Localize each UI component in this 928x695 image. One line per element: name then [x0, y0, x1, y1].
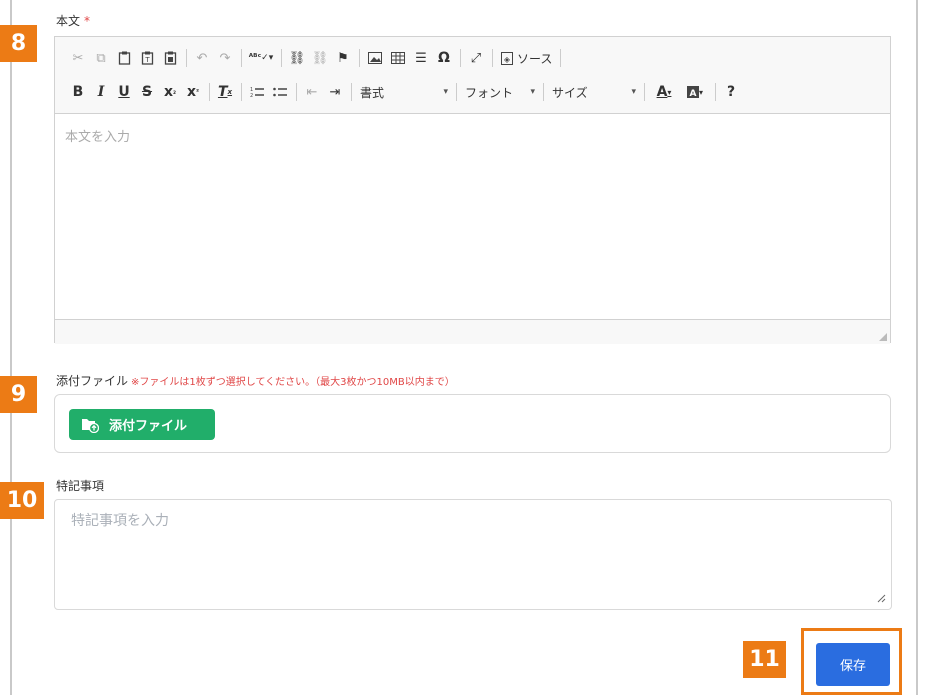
spellcheck-icon[interactable]: ᴬᴮᶜ✓▾ [246, 47, 276, 69]
svg-text:A: A [690, 89, 697, 98]
body-label: 本文 * [56, 12, 90, 29]
toolbar-separator [543, 83, 544, 101]
editor-footer [55, 319, 890, 344]
toolbar-separator [281, 49, 282, 67]
numbered-list-icon[interactable]: 12 [246, 81, 268, 103]
source-icon: ◈ [501, 51, 513, 65]
attachment-box: 添付ファイル [54, 394, 891, 453]
source-button[interactable]: ◈ ソース [497, 47, 556, 69]
help-icon[interactable]: ? [720, 81, 742, 103]
caret-down-icon: ▾ [631, 87, 636, 97]
strikethrough-icon[interactable]: S [136, 81, 158, 103]
undo-icon[interactable]: ↶ [191, 47, 213, 69]
step-marker-8: 8 [0, 25, 37, 62]
attachment-note: ※ファイルは1枚ずつ選択してください。（最大3枚かつ10MB以内まで） [131, 377, 455, 388]
special-char-icon[interactable]: Ω [433, 47, 455, 69]
toolbar-row-2: B I U S x₂ x² Tx 12 ⇤ ⇥ 書式 ▾ フォント ▾ サイズ … [67, 75, 878, 109]
attachment-label: 添付ファイル ※ファイルは1枚ずつ選択してください。（最大3枚かつ10MB以内まで… [56, 372, 455, 389]
attach-file-button-label: 添付ファイル [109, 419, 188, 434]
bullet-list-icon[interactable] [269, 81, 291, 103]
svg-text:T: T [144, 56, 150, 64]
cut-icon[interactable]: ✂ [67, 47, 89, 69]
toolbar-separator [241, 49, 242, 67]
step-marker-11: 11 [743, 641, 786, 678]
redo-icon[interactable]: ↷ [214, 47, 236, 69]
format-label: 書式 [360, 85, 385, 100]
attach-file-button[interactable]: 添付ファイル [69, 409, 215, 440]
svg-text:◈: ◈ [504, 55, 511, 64]
required-mark: * [84, 14, 91, 28]
toolbar-separator [186, 49, 187, 67]
image-icon[interactable] [364, 47, 386, 69]
text-color-icon[interactable]: A ▾ [649, 81, 679, 103]
step-marker-9: 9 [0, 376, 37, 413]
remove-format-icon[interactable]: Tx [214, 81, 236, 103]
source-label: ソース [517, 51, 553, 66]
toolbar-row-1: ✂ ⧉ T ↶ ↷ ᴬᴮᶜ✓▾ ⛓ ⛓ ⚑ ☰ Ω ⤢ ◈ ソース [67, 41, 878, 75]
save-button[interactable]: 保存 [816, 643, 890, 686]
horizontal-rule-icon[interactable]: ☰ [410, 47, 432, 69]
format-dropdown[interactable]: 書式 ▾ [356, 81, 452, 103]
caret-down-icon: ▾ [530, 87, 535, 97]
paste-text-icon[interactable]: T [136, 47, 158, 69]
notes-label: 特記事項 [56, 479, 105, 493]
paste-word-icon[interactable] [159, 47, 181, 69]
attachment-label-text: 添付ファイル [56, 374, 129, 388]
indent-icon[interactable]: ⇥ [324, 81, 346, 103]
link-icon[interactable]: ⛓ [286, 47, 308, 69]
resize-handle-icon[interactable] [879, 333, 887, 341]
size-label: サイズ [552, 85, 588, 100]
toolbar-separator [460, 49, 461, 67]
underline-icon[interactable]: U [113, 81, 135, 103]
folder-upload-icon [82, 418, 99, 433]
toolbar-separator [644, 83, 645, 101]
toolbar-separator [492, 49, 493, 67]
copy-icon[interactable]: ⧉ [90, 47, 112, 69]
svg-text:2: 2 [250, 93, 253, 98]
toolbar-separator [209, 83, 210, 101]
body-placeholder: 本文を入力 [65, 130, 131, 145]
font-dropdown[interactable]: フォント ▾ [461, 81, 539, 103]
toolbar-separator [359, 49, 360, 67]
toolbar-separator [560, 49, 562, 67]
notes-textarea[interactable] [54, 499, 892, 610]
toolbar-separator [715, 83, 716, 101]
rich-text-editor: ✂ ⧉ T ↶ ↷ ᴬᴮᶜ✓▾ ⛓ ⛓ ⚑ ☰ Ω ⤢ ◈ ソース B I U … [54, 36, 891, 344]
outdent-icon[interactable]: ⇤ [301, 81, 323, 103]
table-icon[interactable] [387, 47, 409, 69]
superscript-icon[interactable]: x² [182, 81, 204, 103]
body-label-text: 本文 [56, 14, 81, 28]
italic-icon[interactable]: I [90, 81, 112, 103]
subscript-icon[interactable]: x₂ [159, 81, 181, 103]
body-editor-area[interactable]: 本文を入力 [55, 114, 890, 319]
step-marker-10: 10 [0, 482, 44, 519]
unlink-icon[interactable]: ⛓ [309, 47, 331, 69]
size-dropdown[interactable]: サイズ ▾ [548, 81, 640, 103]
anchor-flag-icon[interactable]: ⚑ [332, 47, 354, 69]
background-color-icon[interactable]: A ▾ [680, 81, 710, 103]
toolbar-separator [351, 83, 352, 101]
editor-toolbar: ✂ ⧉ T ↶ ↷ ᴬᴮᶜ✓▾ ⛓ ⛓ ⚑ ☰ Ω ⤢ ◈ ソース B I U … [55, 37, 890, 114]
maximize-icon[interactable]: ⤢ [465, 47, 487, 69]
paste-icon[interactable] [113, 47, 135, 69]
toolbar-separator [456, 83, 457, 101]
toolbar-separator [241, 83, 242, 101]
caret-down-icon: ▾ [443, 87, 448, 97]
font-label: フォント [465, 85, 514, 100]
toolbar-separator [296, 83, 297, 101]
bold-icon[interactable]: B [67, 81, 89, 103]
